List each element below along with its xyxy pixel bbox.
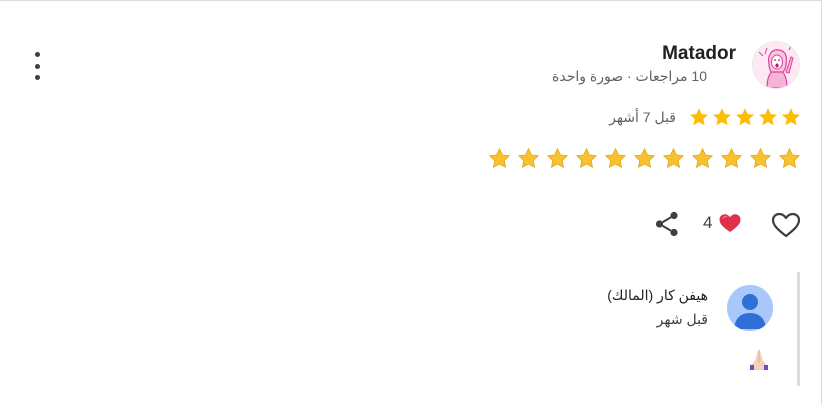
star-icon	[713, 108, 731, 126]
star-rating	[688, 106, 802, 128]
star-emoji-icon	[488, 147, 511, 169]
dot-3	[34, 75, 40, 80]
star-icon	[736, 108, 754, 126]
star-icon	[690, 108, 708, 126]
like-button[interactable]	[770, 209, 802, 241]
star-emoji-icon	[720, 147, 743, 169]
share-icon	[655, 211, 678, 237]
review-time: قبل 7 أشهر	[609, 108, 676, 125]
more-options-icon[interactable]	[26, 52, 48, 80]
reply-divider	[797, 272, 800, 386]
owner-reply-time: قبل شهر	[656, 311, 708, 327]
star-emoji-icon	[633, 147, 656, 169]
reviewer-name[interactable]: Matador	[662, 43, 736, 65]
heart-outline-icon	[771, 212, 801, 238]
star-emoji-icon	[691, 147, 714, 169]
star-emoji-icon	[749, 147, 772, 169]
dot-2	[34, 63, 40, 69]
star-emoji-icon	[662, 147, 685, 169]
dot-1	[34, 52, 40, 57]
red-heart-icon	[719, 214, 741, 232]
star-emoji-icon	[604, 147, 627, 169]
star-icon	[759, 108, 777, 126]
reviewer-meta[interactable]: 10 مراجعات · صورة واحدة	[552, 68, 707, 85]
owner-avatar[interactable]	[727, 285, 773, 331]
reactions[interactable]: 4	[703, 212, 742, 234]
star-emoji-icon	[546, 147, 569, 169]
owner-name: هيفن كار (المالك)	[607, 287, 708, 303]
reaction-count: 4	[703, 213, 713, 232]
star-emoji-icon	[778, 147, 801, 169]
star-emoji-icon	[575, 147, 598, 169]
review-text	[488, 147, 801, 170]
folded-hands-emoji-icon	[747, 347, 771, 371]
share-button[interactable]	[654, 210, 680, 238]
star-emoji-icon	[517, 147, 540, 169]
star-icon	[782, 108, 800, 126]
reviewer-avatar[interactable]	[752, 41, 800, 89]
rating-row: قبل 7 أشهر	[609, 106, 802, 128]
